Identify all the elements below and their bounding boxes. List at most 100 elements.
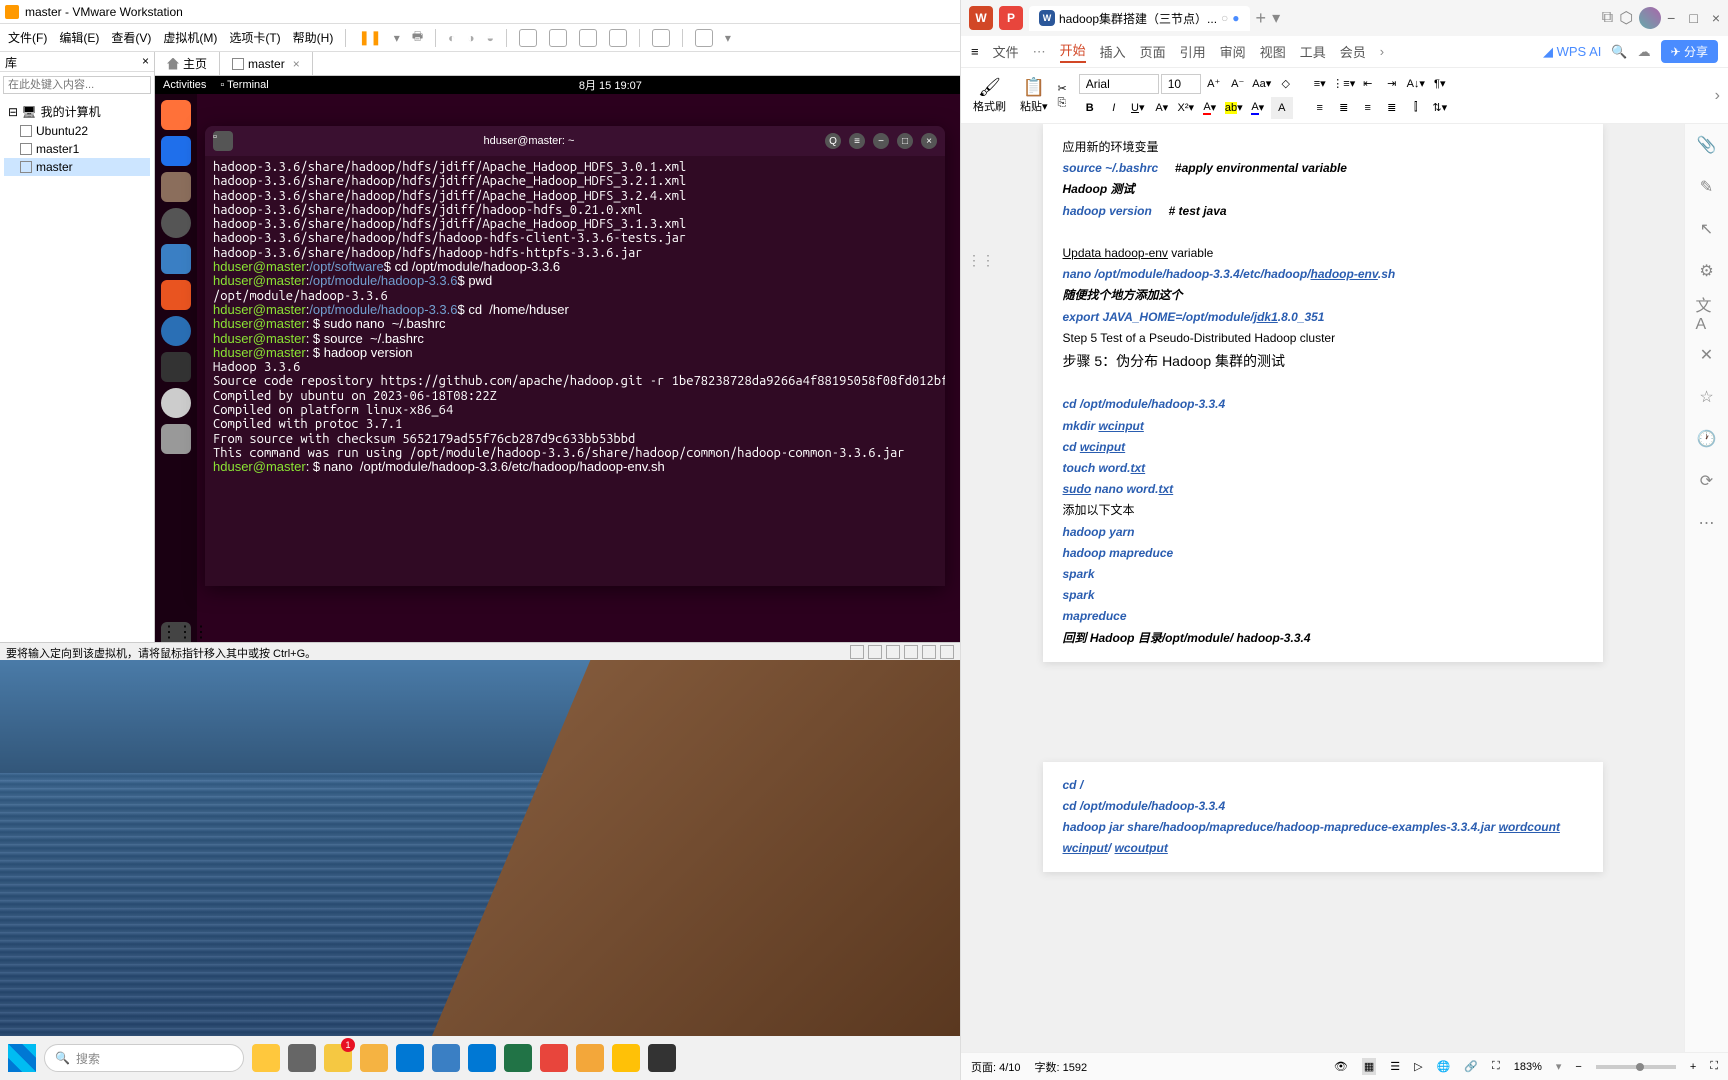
drag-handle-icon[interactable]: ⋮⋮ <box>967 252 995 269</box>
indent-icon[interactable]: ⇥ <box>1381 73 1403 95</box>
pause-icon[interactable]: ❚❚ <box>358 29 381 46</box>
shading-button[interactable]: A <box>1271 97 1293 119</box>
menu-page[interactable]: 页面 <box>1140 42 1166 61</box>
thunderbird-icon[interactable] <box>161 136 191 166</box>
view-web-icon[interactable]: ▷ <box>1414 1060 1422 1073</box>
taskbar-app-icon[interactable] <box>540 1044 568 1072</box>
chevron-right-icon[interactable]: › <box>1380 44 1384 59</box>
align-left-icon[interactable]: ≡ <box>1309 97 1331 119</box>
menu-view[interactable]: 查看(V) <box>111 29 151 46</box>
more-icon[interactable]: ⋯ <box>1033 44 1046 60</box>
close-icon[interactable]: × <box>142 54 149 69</box>
search-icon[interactable]: 🔍 <box>1611 44 1627 60</box>
menu-help[interactable]: 帮助(H) <box>293 29 334 46</box>
highlight-button[interactable]: ab▾ <box>1223 97 1245 119</box>
paste-icon[interactable]: 📋 <box>1023 77 1045 98</box>
tab-home[interactable]: 主页 <box>155 52 220 75</box>
terminal-titlebar[interactable]: ▫ hduser@master: ~ Q ≡ − □ × <box>205 126 945 156</box>
distribute-icon[interactable]: ⫿ <box>1405 97 1427 119</box>
tools-icon[interactable]: ✕ <box>1696 344 1718 366</box>
menu-vm[interactable]: 虚拟机(M) <box>163 29 217 46</box>
minimize-icon[interactable]: − <box>873 133 889 149</box>
menu-ref[interactable]: 引用 <box>1180 42 1206 61</box>
device-icon[interactable] <box>940 645 954 659</box>
format-brush-icon[interactable]: 🖌 <box>978 77 1001 98</box>
document-viewport[interactable]: ⋮⋮ 应用新的环境变量 source ~/.bashrc #apply envi… <box>961 124 1684 1052</box>
copy-icon[interactable]: ⎘ <box>1058 97 1067 110</box>
clear-format-icon[interactable]: ◇ <box>1275 73 1297 95</box>
bold-button[interactable]: B <box>1079 97 1101 119</box>
menu-tabs[interactable]: 选项卡(T) <box>229 29 280 46</box>
settings-icon[interactable]: ⚙ <box>1696 260 1718 282</box>
cloud-icon[interactable]: ☁ <box>1638 44 1651 60</box>
snapshot-icon[interactable]: 🖶 <box>412 27 423 48</box>
terminal-icon[interactable] <box>161 352 191 382</box>
tree-item-ubuntu22[interactable]: Ubuntu22 <box>4 122 150 140</box>
hamburger-icon[interactable]: ≡ <box>971 44 979 59</box>
document-tab[interactable]: Whadoop集群搭建（三节点）...○● <box>1029 6 1250 31</box>
new-tab-icon[interactable]: + <box>1256 8 1267 29</box>
clock-icon[interactable]: 🕐 <box>1696 428 1718 450</box>
zoom-in-icon[interactable]: + <box>1690 1061 1696 1073</box>
terminal-indicator[interactable]: ▫ Terminal <box>220 79 268 91</box>
taskbar-app-icon[interactable] <box>648 1044 676 1072</box>
help-icon[interactable] <box>161 316 191 346</box>
ubuntu-desktop[interactable]: Activities▫ Terminal 8月 15 19:07 ⋮⋮⋮ <box>155 76 960 660</box>
link-icon[interactable]: 🔗 <box>1464 1060 1478 1073</box>
align-right-icon[interactable]: ≡ <box>1357 97 1379 119</box>
wps-home-icon[interactable]: W <box>969 6 993 30</box>
search-icon[interactable]: Q <box>825 133 841 149</box>
tree-root[interactable]: ⊟ 🖥我的计算机 <box>4 101 150 122</box>
taskbar-app-icon[interactable] <box>504 1044 532 1072</box>
pencil-icon[interactable]: ✎ <box>1696 176 1718 198</box>
bullet-list-icon[interactable]: ≡▾ <box>1309 73 1331 95</box>
tree-item-master1[interactable]: master1 <box>4 140 150 158</box>
rhythmbox-icon[interactable] <box>161 208 191 238</box>
disc-icon[interactable] <box>161 388 191 418</box>
view-print-icon[interactable]: ▦ <box>1362 1058 1376 1075</box>
activities-button[interactable]: Activities <box>163 79 206 91</box>
menu-member[interactable]: 会员 <box>1340 42 1366 61</box>
italic-button[interactable]: I <box>1103 97 1125 119</box>
device-icon[interactable] <box>904 645 918 659</box>
terminal-menu-icon[interactable]: ▫ <box>213 131 233 151</box>
zoom-out-icon[interactable]: − <box>1575 1061 1581 1073</box>
cube-icon[interactable]: ⬡ <box>1619 8 1633 28</box>
taskbar-app-icon[interactable] <box>468 1044 496 1072</box>
menu-review[interactable]: 审阅 <box>1220 42 1246 61</box>
tool-icon[interactable]: ◐ <box>448 31 455 45</box>
change-case-icon[interactable]: Aa▾ <box>1251 73 1273 95</box>
terminal-content[interactable]: hadoop-3.3.6/share/hadoop/hdfs/jdiff/Apa… <box>205 156 945 479</box>
taskbar-app-icon[interactable] <box>360 1044 388 1072</box>
device-icon[interactable] <box>850 645 864 659</box>
close-icon[interactable]: × <box>1712 10 1720 26</box>
layout-icon[interactable] <box>519 29 537 47</box>
menu-start[interactable]: 开始 <box>1060 40 1086 63</box>
zoom-slider[interactable] <box>1596 1065 1676 1069</box>
maximize-icon[interactable]: □ <box>897 133 913 149</box>
strikethrough-button[interactable]: A▾ <box>1151 97 1173 119</box>
layout-icon[interactable] <box>549 29 567 47</box>
taskbar-app-icon[interactable] <box>288 1044 316 1072</box>
font-color2-button[interactable]: A▾ <box>1247 97 1269 119</box>
star-icon[interactable]: ☆ <box>1696 386 1718 408</box>
font-color-button[interactable]: A▾ <box>1199 97 1221 119</box>
hamburger-icon[interactable]: ≡ <box>849 133 865 149</box>
sort-icon[interactable]: A↓▾ <box>1405 73 1427 95</box>
close-icon[interactable]: × <box>293 57 300 71</box>
minimize-icon[interactable]: − <box>1667 10 1675 26</box>
tool-icon[interactable]: ◒ <box>487 31 494 45</box>
sync-icon[interactable]: ⟳ <box>1696 470 1718 492</box>
taskbar-app-icon[interactable]: 1 <box>324 1044 352 1072</box>
unity-icon[interactable] <box>609 29 627 47</box>
writer-icon[interactable] <box>161 244 191 274</box>
cursor-icon[interactable]: ↖ <box>1696 218 1718 240</box>
taskbar-search[interactable]: 🔍搜索 <box>44 1044 244 1072</box>
play-dropdown[interactable]: ▾ <box>394 31 400 45</box>
start-button[interactable] <box>8 1044 36 1072</box>
superscript-button[interactable]: X²▾ <box>1175 97 1197 119</box>
trash-icon[interactable] <box>161 424 191 454</box>
menu-file[interactable]: 文件(F) <box>8 29 47 46</box>
share-button[interactable]: ✈ 分享 <box>1661 40 1718 63</box>
software-icon[interactable] <box>161 280 191 310</box>
